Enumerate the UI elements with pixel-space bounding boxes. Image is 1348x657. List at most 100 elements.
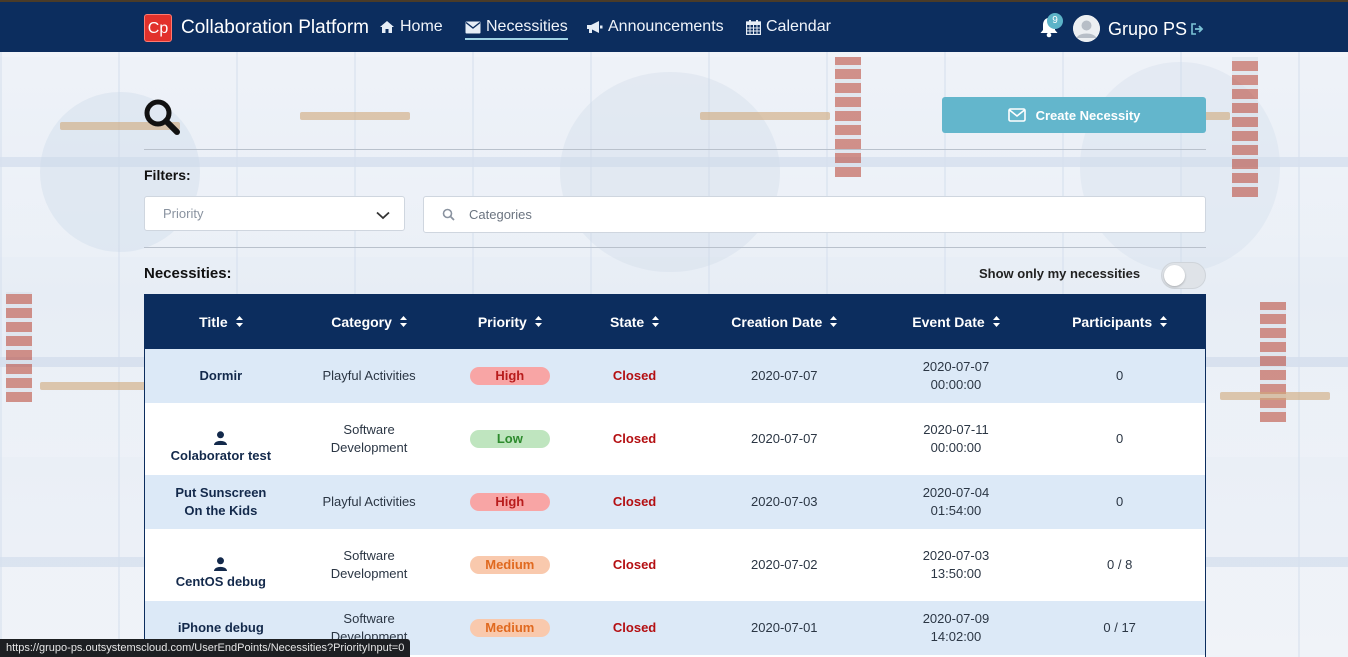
table-row[interactable]: CentOS debug Software Development Medium …	[145, 529, 1205, 601]
home-icon	[379, 20, 395, 34]
top-navbar: Cp Collaboration Platform Home Necessiti…	[0, 0, 1348, 52]
priority-select-placeholder: Priority	[163, 206, 204, 221]
sort-icon	[399, 316, 407, 327]
categories-input[interactable]	[469, 207, 1169, 222]
search-icon	[442, 208, 455, 226]
browser-status-bar: https://grupo-ps.outsystemscloud.com/Use…	[0, 639, 411, 657]
row-category: Software	[343, 422, 395, 437]
notification-badge: 9	[1047, 13, 1063, 29]
brand[interactable]: Cp Collaboration Platform	[144, 14, 369, 42]
column-header-category[interactable]: Category	[297, 314, 442, 330]
nav-announcements[interactable]: Announcements	[586, 18, 724, 36]
toggle-knob	[1164, 265, 1185, 286]
brand-logo: Cp	[144, 14, 172, 42]
priority-badge: Medium	[469, 619, 550, 637]
creation-date: 2020-07-01	[751, 620, 818, 635]
priority-badge: High	[469, 367, 550, 385]
user-name[interactable]: Grupo PS	[1108, 19, 1187, 40]
chevron-down-icon	[376, 208, 390, 223]
event-date: 2020-07-03	[922, 548, 990, 563]
table-row[interactable]: Colaborator test Software Development Low…	[145, 403, 1205, 475]
priority-badge: Medium	[469, 556, 550, 574]
table-row[interactable]: Dormir Playful Activities High Closed 20…	[145, 349, 1205, 403]
categories-field[interactable]	[423, 196, 1206, 233]
row-category-line2: Development	[330, 566, 408, 581]
necessities-label: Necessities:	[144, 265, 232, 282]
sort-icon	[992, 316, 1000, 327]
row-category-line2: Development	[330, 440, 408, 455]
create-necessity-label: Create Necessity	[1035, 107, 1141, 123]
row-category: Playful Activities	[322, 494, 416, 509]
sort-icon	[235, 316, 243, 327]
creation-date: 2020-07-07	[751, 368, 818, 383]
event-date: 2020-07-07	[922, 359, 990, 374]
participants-count: 0	[1116, 368, 1124, 383]
row-title[interactable]: Colaborator test	[171, 447, 271, 465]
event-time: 13:50:00	[930, 566, 982, 581]
creation-date: 2020-07-02	[751, 557, 818, 572]
nav-calendar[interactable]: Calendar	[746, 18, 831, 36]
row-category: Software	[343, 611, 395, 626]
row-title[interactable]: CentOS debug	[176, 573, 266, 591]
nav-necessities-label: Necessities	[486, 18, 568, 35]
column-header-title[interactable]: Title	[145, 314, 297, 330]
event-date: 2020-07-09	[922, 611, 990, 626]
event-time: 00:00:00	[930, 440, 982, 455]
state-label: Closed	[612, 431, 657, 446]
nav-announcements-label: Announcements	[608, 18, 724, 35]
row-title[interactable]: Put Sunscreen	[175, 484, 266, 502]
table-row[interactable]: Put Sunscreen On the Kids Playful Activit…	[145, 475, 1205, 529]
calendar-icon	[746, 19, 761, 35]
event-time: 01:54:00	[930, 503, 982, 518]
nav-necessities[interactable]: Necessities	[465, 18, 568, 40]
column-header-creation-date[interactable]: Creation Date	[691, 314, 878, 330]
creation-date: 2020-07-03	[751, 494, 818, 509]
state-label: Closed	[612, 368, 657, 383]
divider	[144, 149, 1206, 150]
nav-home[interactable]: Home	[379, 18, 443, 36]
divider	[144, 247, 1206, 248]
sort-icon	[534, 316, 542, 327]
priority-select[interactable]: Priority	[144, 196, 405, 231]
sort-icon	[652, 316, 660, 327]
toggle-label: Show only my necessities	[979, 266, 1141, 281]
participants-count: 0 / 17	[1103, 620, 1136, 635]
row-category: Software	[343, 548, 395, 563]
event-time: 00:00:00	[930, 377, 982, 392]
envelope-icon	[465, 21, 481, 34]
row-title[interactable]: Dormir	[200, 367, 243, 385]
user-icon	[214, 557, 228, 571]
creation-date: 2020-07-07	[751, 431, 818, 446]
avatar[interactable]	[1073, 15, 1100, 42]
show-mine-toggle[interactable]	[1161, 262, 1206, 289]
table-header: Title Category Priority State Creation D…	[145, 294, 1205, 349]
column-header-event-date[interactable]: Event Date	[878, 314, 1035, 330]
logout-icon[interactable]	[1191, 22, 1204, 40]
row-title[interactable]: iPhone debug	[178, 619, 264, 637]
state-label: Closed	[612, 557, 657, 572]
priority-badge: Low	[469, 430, 550, 448]
column-header-priority[interactable]: Priority	[441, 314, 578, 330]
row-title-line2[interactable]: On the Kids	[184, 502, 257, 520]
nav-home-label: Home	[400, 18, 443, 35]
brand-name: Collaboration Platform	[181, 17, 369, 38]
participants-count: 0	[1116, 431, 1124, 446]
envelope-icon	[1007, 108, 1026, 122]
filters-label: Filters:	[144, 167, 191, 183]
state-label: Closed	[612, 494, 657, 509]
priority-badge: High	[469, 493, 550, 511]
participants-count: 0	[1116, 494, 1124, 509]
create-necessity-button[interactable]: Create Necessity	[942, 97, 1206, 133]
row-category: Playful Activities	[322, 368, 416, 383]
megaphone-icon	[586, 20, 603, 34]
event-date: 2020-07-04	[922, 485, 990, 500]
user-icon	[214, 431, 228, 445]
column-header-state[interactable]: State	[578, 314, 691, 330]
search-icon	[143, 98, 181, 141]
nav-calendar-label: Calendar	[766, 18, 831, 35]
column-header-participants[interactable]: Participants	[1034, 314, 1205, 330]
necessities-table: Title Category Priority State Creation D…	[144, 294, 1206, 657]
state-label: Closed	[612, 620, 657, 635]
participants-count: 0 / 8	[1107, 557, 1133, 572]
event-date: 2020-07-11	[923, 422, 989, 437]
